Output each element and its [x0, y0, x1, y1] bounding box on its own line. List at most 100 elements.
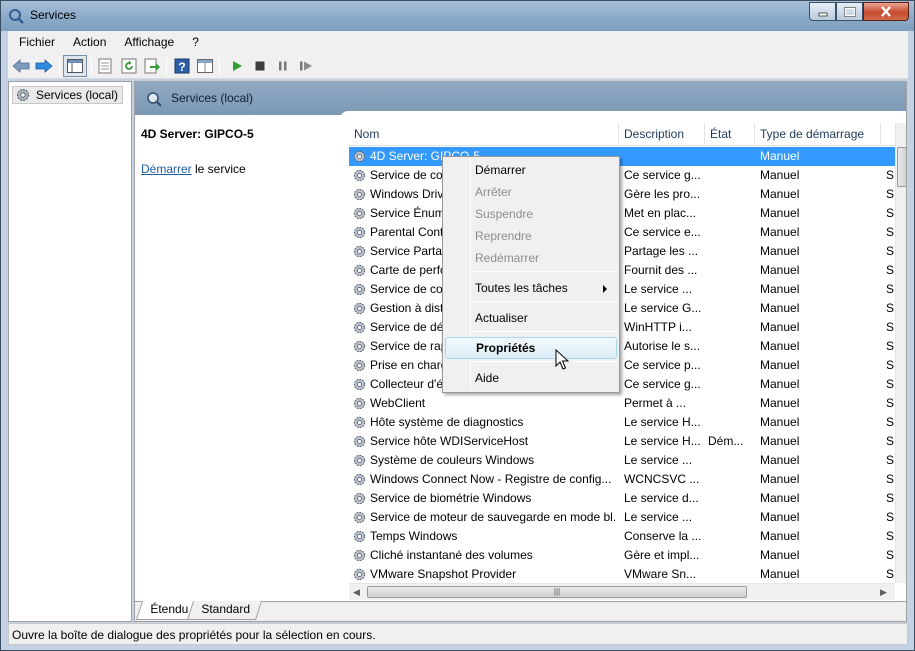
service-name: Hôte système de diagnostics [370, 415, 524, 429]
service-status [708, 204, 750, 223]
table-row[interactable]: WebClient Permet à ... Manuel S [349, 394, 895, 413]
menu-help[interactable]: ? [183, 31, 208, 53]
close-icon [881, 6, 891, 17]
table-row[interactable]: Parental Cont Ce service e... Manuel S [349, 223, 895, 242]
column-header-more[interactable] [881, 123, 895, 146]
table-row[interactable]: Temps Windows Conserve la ... Manuel S [349, 527, 895, 546]
column-header-etat[interactable]: État [705, 123, 755, 146]
minimize-icon [818, 12, 827, 16]
table-row[interactable]: Service de biométrie Windows Le service d… [349, 489, 895, 508]
service-startup-type: Manuel [760, 225, 800, 239]
table-row[interactable]: Hôte système de diagnostics Le service H.… [349, 413, 895, 432]
service-logon-truncated: S [886, 244, 895, 258]
service-name: Service hôte WDIServiceHost [370, 434, 529, 448]
table-row[interactable]: Windows Connect Now - Registre de config… [349, 470, 895, 489]
table-row[interactable]: Service de co Ce service g... Manuel S [349, 166, 895, 185]
horizontal-scroll-thumb[interactable]: ||| [367, 586, 747, 598]
status-text: Ouvre la boîte de dialogue des propriété… [12, 628, 376, 642]
service-description: Le service H... [624, 434, 701, 448]
maximize-button[interactable] [836, 2, 863, 21]
table-row[interactable]: Prise en charg Ce service p... Manuel S [349, 356, 895, 375]
service-gear-icon [353, 226, 366, 239]
service-logon-truncated: S [886, 263, 895, 277]
table-row[interactable]: Cliché instantané des volumes Gère et imp… [349, 546, 895, 565]
minimize-button[interactable] [809, 2, 836, 21]
service-startup-type: Manuel [760, 206, 800, 220]
column-header-nom[interactable]: Nom [349, 123, 619, 146]
service-status [708, 470, 750, 489]
show-hide-tree-button[interactable] [63, 55, 87, 77]
start-service-button[interactable] [228, 57, 246, 75]
service-description: Le service G... [624, 301, 702, 315]
column-header-description[interactable]: Description [619, 123, 705, 146]
service-gear-icon [353, 454, 366, 467]
context-item-toutes-les-taches[interactable]: Toutes les tâches [445, 277, 617, 299]
title-bar[interactable]: Services [1, 1, 914, 31]
context-item-demarrer[interactable]: Démarrer [445, 159, 617, 181]
service-startup-type: Manuel [760, 187, 800, 201]
start-service-link[interactable]: Démarrer [141, 162, 192, 176]
table-row[interactable]: Service de dé WinHTTP i... Manuel S [349, 318, 895, 337]
context-item-actualiser[interactable]: Actualiser [445, 307, 617, 329]
service-description: Fournit des ... [624, 263, 698, 277]
context-item-redemarrer[interactable]: Redémarrer [445, 247, 617, 269]
scroll-left-arrow-icon[interactable]: ◀ [353, 587, 360, 598]
context-item-toutes-les-taches-label: Toutes les tâches [475, 281, 568, 295]
refresh-button[interactable] [120, 57, 138, 75]
table-row[interactable]: Service Énum Met en plac... Manuel S [349, 204, 895, 223]
horizontal-scrollbar[interactable]: ◀ ||| ▶ [349, 583, 895, 600]
restart-service-button[interactable] [297, 57, 315, 75]
context-item-reprendre[interactable]: Reprendre [445, 225, 617, 247]
service-logon-truncated: S [886, 510, 895, 524]
pause-service-button[interactable] [274, 57, 292, 75]
scroll-right-arrow-icon[interactable]: ▶ [880, 587, 887, 598]
service-startup-type: Manuel [760, 453, 800, 467]
tab-standard[interactable]: Standard [186, 601, 262, 620]
table-row[interactable]: Carte de perfo Fournit des ... Manuel S [349, 261, 895, 280]
table-row[interactable]: Système de couleurs Windows Le service ..… [349, 451, 895, 470]
column-header-type-demarrage[interactable]: Type de démarrage [755, 123, 881, 146]
menu-affichage[interactable]: Affichage [115, 31, 183, 53]
service-startup-type: Manuel [760, 168, 800, 182]
table-row[interactable]: Service hôte WDIServiceHost Le service H.… [349, 432, 895, 451]
vertical-scrollbar[interactable] [895, 123, 906, 583]
properties-button[interactable] [96, 57, 114, 75]
service-status [708, 375, 750, 394]
table-row[interactable]: Gestion à dist Le service G... Manuel S [349, 299, 895, 318]
menu-fichier[interactable]: Fichier [8, 31, 64, 53]
table-row[interactable]: Service Partag Partage les ... Manuel S [349, 242, 895, 261]
service-description: Le service d... [624, 491, 699, 505]
close-button[interactable] [863, 2, 909, 21]
console-view-button[interactable] [196, 57, 214, 75]
forward-arrow-icon [35, 59, 53, 73]
service-logon-truncated: S [886, 396, 895, 410]
context-item-aide[interactable]: Aide [445, 367, 617, 389]
back-button[interactable] [12, 57, 30, 75]
stop-service-button[interactable] [251, 57, 269, 75]
export-list-button[interactable] [143, 57, 161, 75]
table-row[interactable]: VMware Snapshot Provider VMware Sn... Manu… [349, 565, 895, 583]
table-row[interactable]: Service de rap Autorise le s... Manuel S [349, 337, 895, 356]
menu-action[interactable]: Action [64, 31, 115, 53]
table-row[interactable]: 4D Server: GIPCO-5 Manuel [349, 147, 895, 166]
table-row[interactable]: Service de moteur de sauvegarde en mode … [349, 508, 895, 527]
extended-info-panel: 4D Server: GIPCO-5 Démarrer le service [135, 119, 345, 599]
service-status [708, 299, 750, 318]
forward-button[interactable] [35, 57, 53, 75]
context-item-arreter[interactable]: Arrêter [445, 181, 617, 203]
table-row[interactable]: Collecteur d'é Ce service g... Manuel S [349, 375, 895, 394]
service-gear-icon [353, 435, 366, 448]
vertical-scroll-thumb[interactable] [897, 147, 906, 187]
table-row[interactable]: Windows Driv Gère les pro... Manuel S [349, 185, 895, 204]
tree-item-services-local[interactable]: Services (local) [12, 86, 124, 104]
service-logon-truncated: S [886, 491, 895, 505]
context-item-suspendre[interactable]: Suspendre [445, 203, 617, 225]
table-row[interactable]: Service de co Le service ... Manuel S [349, 280, 895, 299]
service-logon-truncated: S [886, 567, 895, 581]
help-icon: ? [174, 58, 190, 74]
context-item-proprietes[interactable]: Propriétés [445, 337, 617, 359]
service-logon-truncated: S [886, 168, 895, 182]
help-button[interactable]: ? [173, 57, 191, 75]
tree-item-label: Services (local) [36, 88, 119, 102]
service-logon-truncated: S [886, 529, 895, 543]
